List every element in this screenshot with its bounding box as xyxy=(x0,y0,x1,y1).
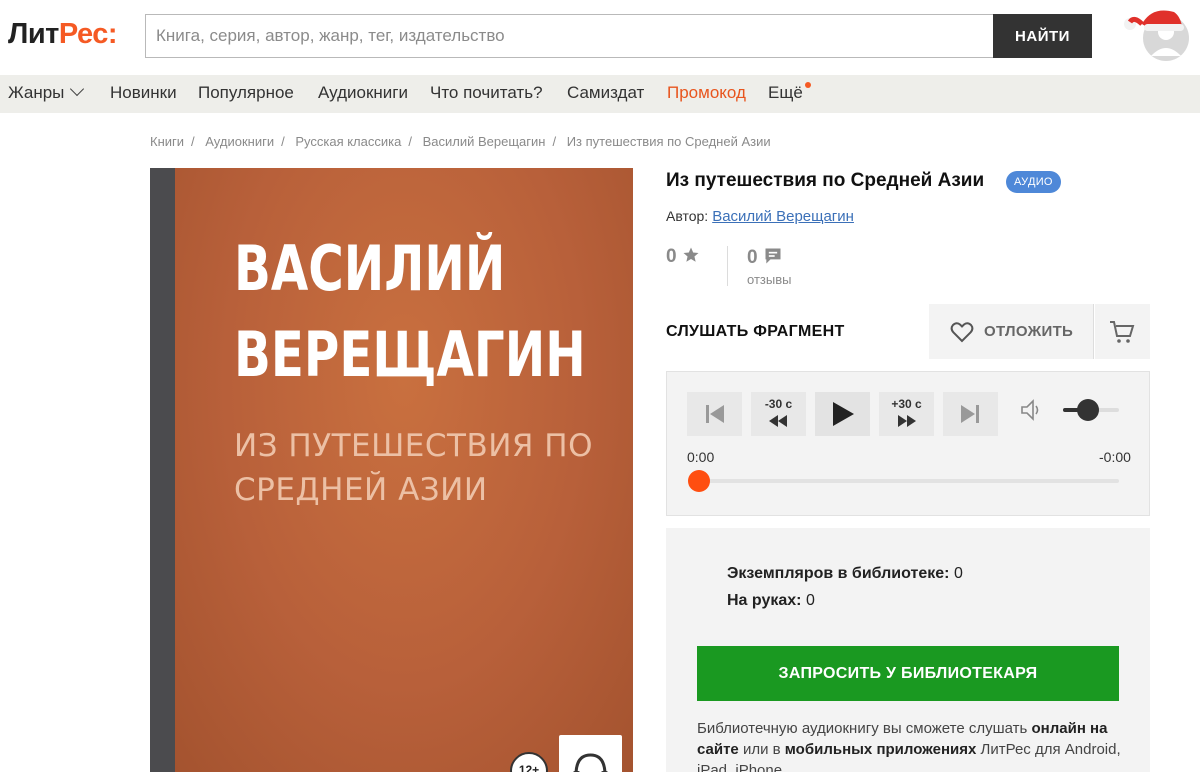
volume-slider-knob[interactable] xyxy=(1077,399,1100,421)
nav-item-what-to-read[interactable]: Что почитать? xyxy=(430,83,543,103)
add-to-cart-button[interactable] xyxy=(1095,304,1150,359)
breadcrumb-author[interactable]: Василий Верещагин xyxy=(423,134,546,149)
nav-label: Жанры xyxy=(8,83,65,102)
on-hands: На руках: 0 xyxy=(727,592,815,610)
rating-value: 0 xyxy=(666,246,677,267)
progress-track[interactable] xyxy=(697,479,1119,483)
note-text: или в xyxy=(738,741,785,758)
rating-divider xyxy=(727,246,728,286)
cover-title-line: СРЕДНЕЙ АЗИИ xyxy=(234,472,488,508)
progress-knob[interactable] xyxy=(688,470,710,492)
copies-value: 0 xyxy=(953,565,963,582)
skip-previous-icon xyxy=(706,405,724,423)
nav-item-promocode[interactable]: Промокод xyxy=(667,83,746,103)
on-hands-value: 0 xyxy=(805,592,815,609)
author-label: Автор: xyxy=(666,208,709,224)
star-icon xyxy=(683,247,699,262)
breadcrumb-current: Из путешествия по Средней Азии xyxy=(566,134,771,149)
chevron-down-icon xyxy=(70,81,85,97)
format-badge: АУДИО xyxy=(1006,171,1061,193)
postpone-button[interactable]: ОТЛОЖИТЬ xyxy=(929,304,1094,359)
fast-forward-icon xyxy=(898,415,916,427)
cover-spine xyxy=(150,168,175,772)
comment-icon xyxy=(765,248,781,264)
reviews-count-value: 0 xyxy=(747,247,758,268)
author-link[interactable]: Василий Верещагин xyxy=(712,208,854,225)
nav-label: Ещё xyxy=(768,83,803,102)
search-button[interactable]: НАЙТИ xyxy=(993,14,1092,58)
rewind-30-button[interactable]: -30 с xyxy=(751,392,806,436)
nav-item-popular[interactable]: Популярное xyxy=(198,83,294,103)
breadcrumb-separator: / xyxy=(552,134,557,149)
note-apps-link[interactable]: мобильных приложениях xyxy=(785,741,977,758)
breadcrumb-separator: / xyxy=(408,134,412,149)
search-input[interactable] xyxy=(146,15,994,57)
cart-icon xyxy=(1110,321,1135,343)
user-avatar[interactable] xyxy=(1122,4,1194,64)
logo-text: Лит xyxy=(8,18,59,50)
previous-track-button[interactable] xyxy=(687,392,742,436)
breadcrumb-separator: / xyxy=(191,134,195,149)
forward-30-button[interactable]: +30 с xyxy=(879,392,934,436)
rewind-icon xyxy=(769,415,787,427)
postpone-label: ОТЛОЖИТЬ xyxy=(984,323,1074,340)
author-row: Автор: Василий Верещагин xyxy=(666,208,854,225)
time-remaining: -0:00 xyxy=(1099,449,1131,465)
breadcrumb: Книги / Аудиокниги / Русская классика / Вас… xyxy=(150,134,771,149)
litres-logo[interactable]: ЛитРес: xyxy=(8,18,118,51)
library-panel: Экземпляров в библиотеке: 0 На руках: 0 … xyxy=(666,528,1150,772)
nav-item-more[interactable]: Ещё xyxy=(768,82,811,103)
nav-item-genres[interactable]: Жанры xyxy=(8,81,85,103)
listen-fragment-label: СЛУШАТЬ ФРАГМЕНТ xyxy=(666,323,845,340)
notification-dot-icon xyxy=(804,82,811,88)
time-elapsed: 0:00 xyxy=(687,449,715,465)
on-hands-label: На руках: xyxy=(727,592,802,609)
main-nav: Жанры Новинки Популярное Аудиокниги Что … xyxy=(0,75,1200,113)
nav-item-audiobooks[interactable]: Аудиокниги xyxy=(318,83,408,103)
nav-item-samizdat[interactable]: Самиздат xyxy=(567,83,644,103)
logo-colon: : xyxy=(107,18,118,50)
next-track-button[interactable] xyxy=(943,392,998,436)
skip-next-icon xyxy=(961,405,979,423)
breadcrumb-separator: / xyxy=(281,134,285,149)
audio-format-tile xyxy=(559,735,622,772)
logo-accent-text: Рес xyxy=(58,18,109,50)
search-box xyxy=(145,14,994,58)
note-text: Библиотечную аудиокнигу вы сможете слуша… xyxy=(697,720,1032,737)
nav-item-new[interactable]: Новинки xyxy=(110,83,177,103)
cover-author: ВАСИЛИЙ ВЕРЕЩАГИН xyxy=(234,226,586,398)
copies-label: Экземпляров в библиотеке: xyxy=(727,565,950,582)
avatar-santa-hat-icon xyxy=(1124,10,1189,61)
breadcrumb-audiobooks[interactable]: Аудиокниги xyxy=(205,134,274,149)
library-note: Библиотечную аудиокнигу вы сможете слуша… xyxy=(697,718,1127,772)
volume-icon[interactable] xyxy=(1019,398,1045,422)
play-button[interactable] xyxy=(815,392,870,436)
book-title: Из путешествия по Средней Азии xyxy=(666,170,985,191)
book-cover[interactable]: ВАСИЛИЙ ВЕРЕЩАГИН ИЗ ПУТЕШЕСТВИЯ ПО СРЕДНЕ… xyxy=(150,168,633,772)
breadcrumb-books[interactable]: Книги xyxy=(150,134,184,149)
copies-in-library: Экземпляров в библиотеке: 0 xyxy=(727,565,963,583)
reviews-count[interactable]: 0 xyxy=(747,246,783,269)
heart-icon xyxy=(950,322,974,343)
cover-title: ИЗ ПУТЕШЕСТВИЯ ПО СРЕДНЕЙ АЗИИ xyxy=(234,424,593,512)
rating[interactable]: 0 xyxy=(666,246,700,268)
audio-player: -30 с +30 с 0:00 -0:00 xyxy=(666,371,1150,516)
site-header: ЛитРес: НАЙТИ xyxy=(0,0,1200,75)
cover-author-line: ВАСИЛИЙ xyxy=(234,232,506,305)
cover-title-line: ИЗ ПУТЕШЕСТВИЯ ПО xyxy=(234,428,594,464)
headphones-icon xyxy=(573,753,608,772)
play-icon xyxy=(833,402,854,426)
cover-author-line: ВЕРЕЩАГИН xyxy=(234,318,586,391)
request-librarian-button[interactable]: ЗАПРОСИТЬ У БИБЛИОТЕКАРЯ xyxy=(697,646,1119,701)
reviews-label: отзывы xyxy=(747,272,792,287)
breadcrumb-russian-classics[interactable]: Русская классика xyxy=(295,134,401,149)
